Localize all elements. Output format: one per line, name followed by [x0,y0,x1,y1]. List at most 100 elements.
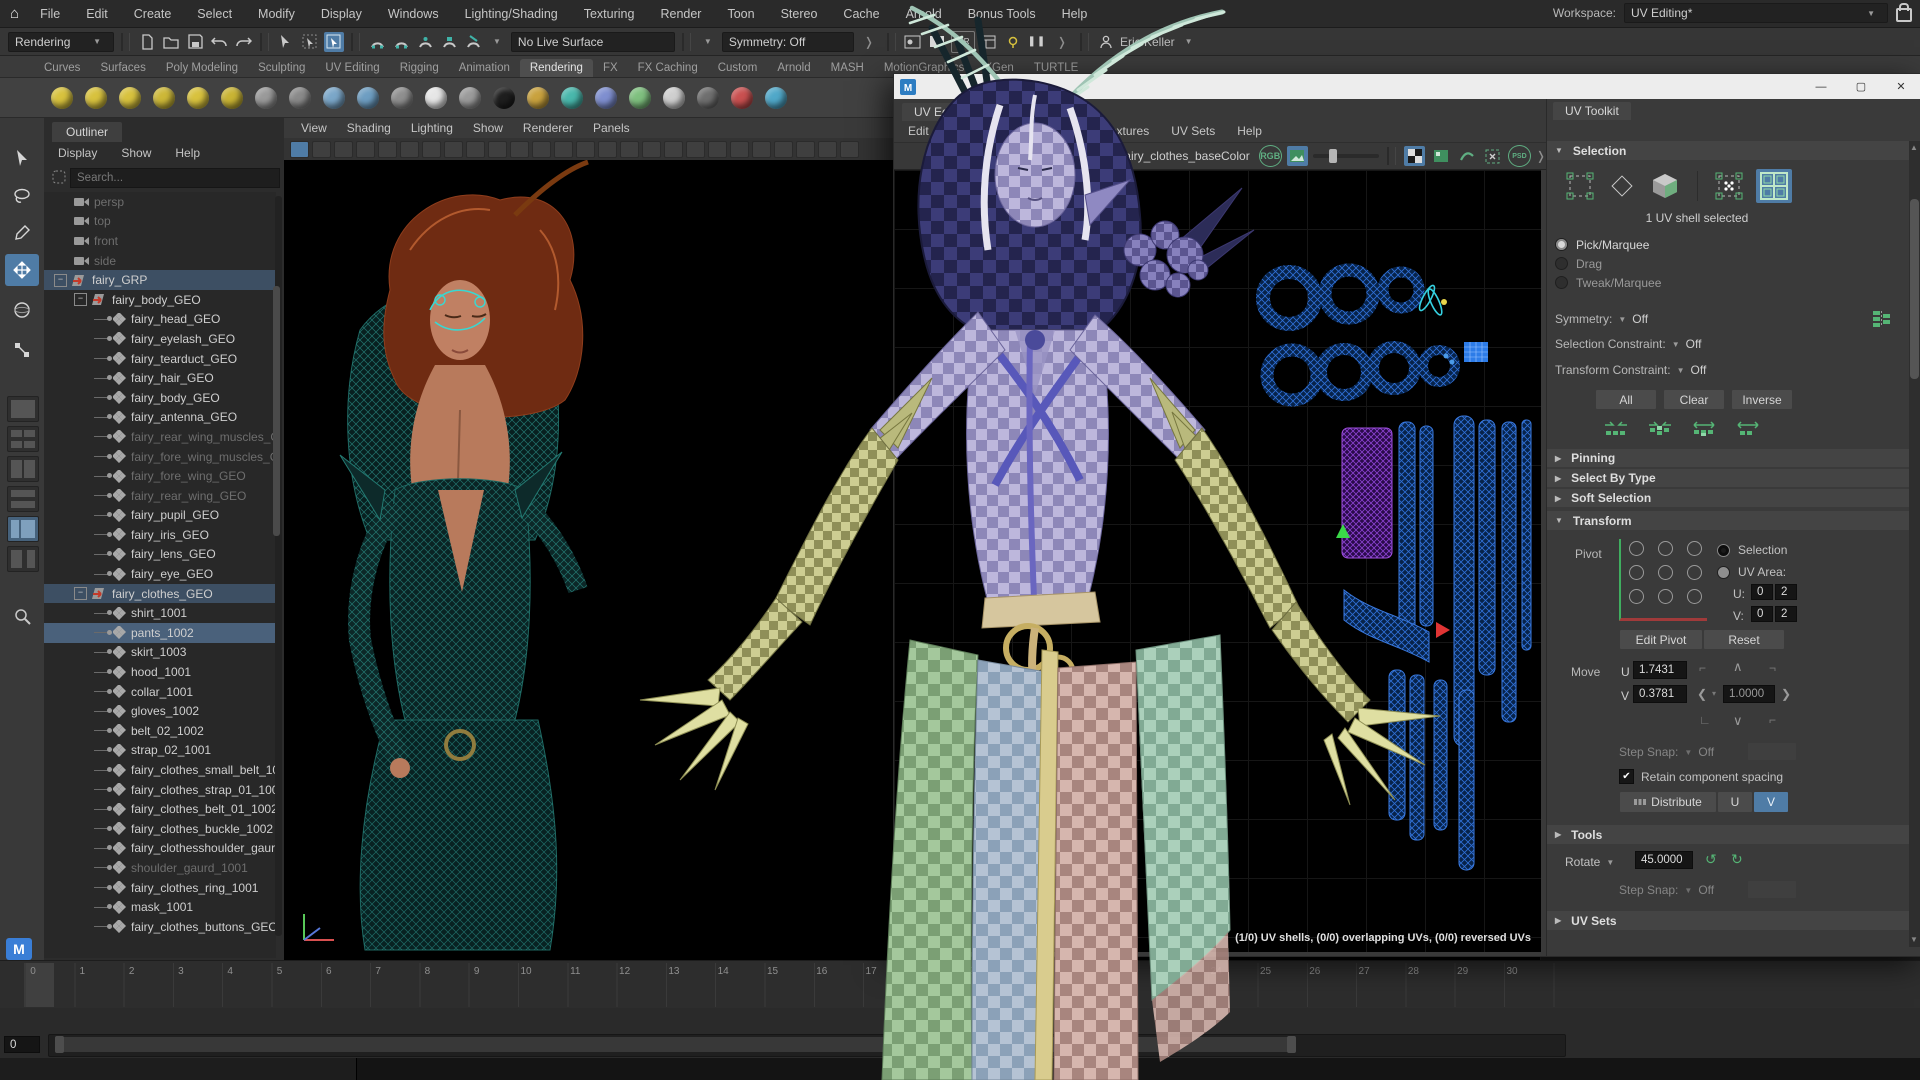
window-minimize-button[interactable]: — [1801,74,1841,99]
pivot-cell-5[interactable] [1687,565,1702,580]
viewport-toolbar-icon-5[interactable] [400,141,419,158]
uv-menu-tools[interactable]: Tools [941,122,989,140]
select-component-icon[interactable] [324,32,344,52]
outliner-item-belt-02-1002[interactable]: belt_02_1002 [44,721,276,741]
move-v-field[interactable]: 0.3781 [1633,685,1687,703]
texture-name[interactable]: fairy_clothes_baseColor [1121,149,1250,163]
outliner-search-input[interactable]: Search... [70,168,280,188]
shelf-icon-glass-material[interactable] [556,82,588,114]
outliner-scrollbar[interactable] [275,196,282,936]
time-slider-ticks[interactable]: 0123456789101112131415161718192021222324… [24,963,1565,1007]
align-min-u-icon[interactable] [1603,421,1629,437]
shelf-icon-render-settings[interactable] [386,82,418,114]
clear-button[interactable]: Clear [1663,389,1725,410]
viewport-toolbar-icon-0[interactable] [290,141,309,158]
outliner-item-skirt-1003[interactable]: skirt_1003 [44,643,276,663]
shelf-tab-arnold[interactable]: Arnold [767,59,820,77]
section-header-pinning[interactable]: ▶Pinning [1547,449,1909,467]
viewport-toolbar-icon-22[interactable] [774,141,793,158]
live-surface-field[interactable]: No Live Surface [511,32,675,52]
checker-map-icon[interactable] [1070,146,1091,166]
selection-mode-tweak-marquee[interactable]: Tweak/Marquee [1555,273,1661,292]
move-down-button[interactable]: ∨ [1733,713,1743,729]
psd-network-icon[interactable]: PSD [1508,145,1531,167]
outliner-item-gloves-1002[interactable]: gloves_1002 [44,701,276,721]
move-corner-tl-button[interactable]: ⌐ [1699,661,1706,675]
rotate-value-field[interactable]: 45.0000 [1635,851,1693,869]
transform-constraint-value[interactable]: Off [1691,363,1707,377]
menu-toon[interactable]: Toon [714,7,767,21]
shelf-icon-ambient-light[interactable] [216,82,248,114]
viewport-toolbar-icon-21[interactable] [752,141,771,158]
range-slider-left-handle[interactable] [55,1036,64,1053]
symmetry-grid-icon[interactable] [1873,311,1891,327]
viewport-toolbar-icon-4[interactable] [378,141,397,158]
menu-help[interactable]: Help [1049,7,1101,21]
shelf-tab-rigging[interactable]: Rigging [390,59,449,77]
align-max-u-icon[interactable] [1647,421,1673,437]
outliner-item-strap-02-1001[interactable]: strap_02_1001 [44,741,276,761]
shelf-tab-rendering[interactable]: Rendering [520,59,593,77]
viewport-toolbar-icon-2[interactable] [334,141,353,158]
collapse-arrow-icon[interactable]: ❭ [864,35,874,49]
outliner-item-fairy-eye-geo[interactable]: fairy_eye_GEO [44,564,276,584]
chevron-down-icon[interactable]: ▼ [1684,748,1692,757]
retain-spacing-row[interactable]: ✔ Retain component spacing [1619,769,1783,784]
step-snap-value[interactable]: Off [1698,883,1714,897]
uv-snapshot-icon[interactable] [1482,146,1503,166]
viewport-toolbar-icon-19[interactable] [708,141,727,158]
viewport-toolbar-icon-17[interactable] [664,141,683,158]
account-person-icon[interactable] [1096,32,1116,52]
reset-pivot-button[interactable]: Reset [1703,629,1785,650]
range-slider-bar[interactable] [55,1037,1295,1052]
light-editor-icon[interactable] [1003,32,1023,52]
uv-menu-textures[interactable]: Textures [1094,122,1159,140]
menu-file[interactable]: File [27,7,73,21]
viewport-toolbar-icon-1[interactable] [312,141,331,158]
outliner-tab[interactable]: Outliner [52,122,122,142]
shelf-tab-sculpting[interactable]: Sculpting [248,59,315,77]
shelf-icon-render-view[interactable] [284,82,316,114]
symmetry-chevron-icon[interactable]: ▼ [704,37,712,46]
viewport-menu-shading[interactable]: Shading [338,120,400,136]
viewport-menu-view[interactable]: View [292,120,336,136]
menu-display[interactable]: Display [308,7,375,21]
shelf-icon-ipr-render[interactable] [352,82,384,114]
render-current-frame-icon[interactable] [927,32,947,52]
section-header-select-by-type[interactable]: ▶Select By Type [1547,469,1909,487]
chevron-down-icon[interactable]: ▾ [1712,689,1716,698]
outliner-item-fairy-clothes-ring-1001[interactable]: fairy_clothes_ring_1001 [44,878,276,898]
viewport-toolbar-icon-24[interactable] [818,141,837,158]
rgb-channels-icon[interactable]: RGB [1259,145,1282,167]
shelf-tab-fx-caching[interactable]: FX Caching [628,59,708,77]
expander-icon[interactable]: − [74,293,87,306]
uv-menu-uv-sets[interactable]: UV Sets [1161,122,1225,140]
select-tool[interactable] [5,142,39,174]
chevron-down-icon[interactable]: ▼ [1606,858,1614,867]
rotate-cw-button[interactable]: ↻ [1731,851,1743,868]
outliner-item-fairy-pupil-geo[interactable]: fairy_pupil_GEO [44,506,276,526]
outliner-item-fairy-fore-wing-geo[interactable]: fairy_fore_wing_GEO [44,466,276,486]
section-header-soft-selection[interactable]: ▶Soft Selection [1547,489,1909,507]
selection-mode-pick-marquee[interactable]: Pick/Marquee [1555,235,1661,254]
chevron-down-icon[interactable]: ▼ [1677,366,1685,375]
shelf-icon-surface-shader[interactable] [760,82,792,114]
shelf-icon-blinn-material[interactable] [590,82,622,114]
shelf-icon-gray-material[interactable] [454,82,486,114]
outliner-item-fairy-hair-geo[interactable]: fairy_hair_GEO [44,368,276,388]
outliner-item-fairy-clothes-strap-01-1001[interactable]: fairy_clothes_strap_01_1001 [44,780,276,800]
texture-display-toggle-icon[interactable] [1287,146,1308,166]
shelf-icon-gold-material[interactable] [522,82,554,114]
outliner-item-hood-1001[interactable]: hood_1001 [44,662,276,682]
viewport-toolbar-icon-14[interactable] [598,141,617,158]
align-max-v-icon[interactable] [1735,421,1761,437]
uv-area-v-min-field[interactable]: 0 [1751,606,1773,622]
menu-texturing[interactable]: Texturing [571,7,648,21]
move-corner-bl-button[interactable]: ∟ [1699,713,1711,727]
baked-texture-icon[interactable] [1430,146,1451,166]
menu-arnold[interactable]: Arnold [893,7,955,21]
account-name[interactable]: Eric Keller [1120,35,1175,49]
layout-four-pane-button[interactable] [7,426,39,452]
uv-area-u-max-field[interactable]: 2 [1775,584,1797,600]
scale-tool[interactable] [5,334,39,366]
